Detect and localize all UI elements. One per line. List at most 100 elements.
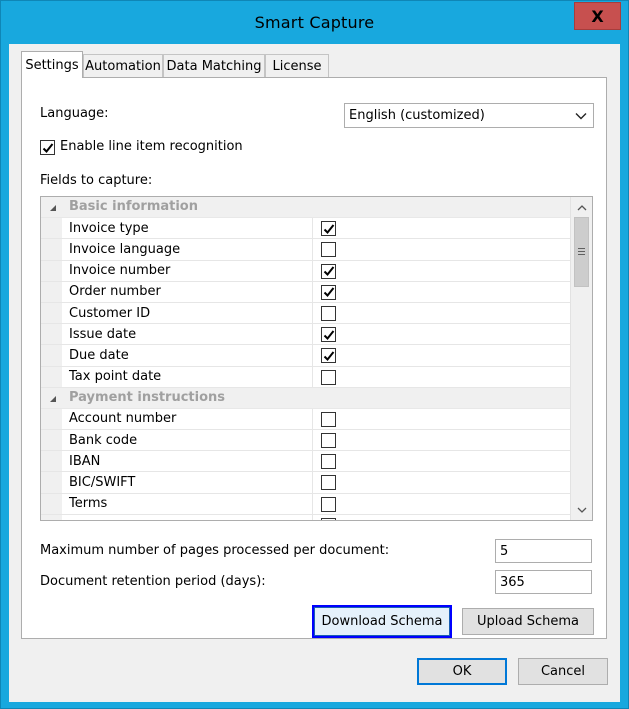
field-name-label: Terms	[69, 496, 108, 512]
field-value-cell[interactable]	[313, 281, 570, 302]
field-capture-checkbox[interactable]	[321, 305, 336, 321]
line-item-checkbox[interactable]	[40, 140, 55, 155]
checkmark-icon	[42, 142, 53, 153]
title-bar[interactable]: Smart Capture X	[1, 1, 628, 45]
field-capture-checkbox[interactable]	[321, 433, 336, 449]
grid-field-row[interactable]: Terms	[41, 493, 570, 515]
grid-field-row[interactable]: Due date	[41, 345, 570, 367]
max-pages-label: Maximum number of pages processed per do…	[40, 543, 390, 558]
retention-label: Document retention period (days):	[40, 574, 266, 589]
fields-grid-rows: Basic information Invoice type Invoice lan…	[41, 197, 570, 520]
field-capture-checkbox[interactable]	[321, 221, 336, 237]
field-value-cell[interactable]	[313, 324, 570, 345]
field-capture-checkbox[interactable]	[321, 517, 336, 520]
field-name-cell[interactable]: BIC/SWIFT	[62, 472, 313, 493]
field-value-cell[interactable]	[313, 366, 570, 387]
field-name-label: Account number	[69, 411, 177, 427]
grid-category-row[interactable]: Basic information	[41, 197, 570, 219]
language-select[interactable]: English (customized)	[344, 103, 594, 128]
grid-field-row[interactable]: Invoice language	[41, 239, 570, 261]
field-value-cell[interactable]	[313, 430, 570, 451]
field-name-cell[interactable]: Invoice number	[62, 260, 313, 281]
tab-automation[interactable]: Automation	[83, 54, 163, 77]
field-name-cell[interactable]: Account number	[62, 408, 313, 430]
grid-field-row[interactable]: Invoice number	[41, 260, 570, 282]
field-capture-checkbox[interactable]	[321, 348, 336, 364]
field-name-label: Issue date	[69, 326, 137, 342]
field-name-cell[interactable]: Bank code	[62, 430, 313, 451]
field-value-cell[interactable]	[313, 218, 570, 239]
ok-button[interactable]: OK	[417, 658, 507, 685]
line-item-label[interactable]: Enable line item recognition	[60, 139, 243, 154]
grid-vertical-scrollbar[interactable]	[570, 197, 592, 520]
field-value-cell[interactable]	[313, 345, 570, 366]
field-capture-checkbox[interactable]	[321, 496, 336, 512]
field-value-cell[interactable]	[313, 451, 570, 472]
fields-to-capture-label: Fields to capture:	[40, 173, 153, 188]
field-capture-checkbox[interactable]	[321, 369, 336, 385]
tab-data-matching[interactable]: Data Matching	[163, 54, 265, 77]
field-value-cell[interactable]	[313, 302, 570, 324]
cancel-button[interactable]: Cancel	[518, 658, 608, 685]
field-value-cell[interactable]	[313, 514, 570, 520]
field-capture-checkbox[interactable]	[321, 263, 336, 279]
field-capture-checkbox[interactable]	[321, 284, 336, 300]
field-value-cell[interactable]	[313, 493, 570, 514]
scroll-down-arrow-icon[interactable]	[573, 501, 590, 518]
grid-field-row[interactable]: Tax point date	[41, 366, 570, 388]
smart-capture-window: Smart Capture X Settings Automation Data…	[0, 0, 629, 709]
field-name-cell[interactable]: Terms	[62, 493, 313, 514]
grid-field-row[interactable]	[41, 514, 570, 520]
collapse-triangle-icon[interactable]	[49, 204, 57, 212]
field-name-cell[interactable]: Due date	[62, 345, 313, 366]
field-capture-checkbox[interactable]	[321, 242, 336, 258]
grid-category-label: Payment instructions	[69, 389, 226, 405]
field-name-cell[interactable]	[62, 514, 313, 520]
max-pages-input[interactable]: 5	[495, 539, 592, 563]
field-capture-checkbox[interactable]	[321, 454, 336, 470]
collapse-triangle-icon[interactable]	[49, 395, 57, 403]
grid-field-row[interactable]: Customer ID	[41, 302, 570, 325]
field-name-label: Bank code	[69, 432, 138, 448]
grid-field-row[interactable]: IBAN	[41, 451, 570, 473]
field-name-cell[interactable]: Invoice language	[62, 239, 313, 260]
field-value-cell[interactable]	[313, 239, 570, 260]
settings-panel: Language: English (customized) Enable li…	[21, 77, 607, 639]
field-value-cell[interactable]	[313, 260, 570, 281]
field-name-cell[interactable]: Order number	[62, 281, 313, 302]
grid-field-row[interactable]: Issue date	[41, 324, 570, 346]
chevron-down-icon	[575, 113, 587, 120]
field-capture-checkbox[interactable]	[321, 475, 336, 491]
checkmark-icon	[323, 287, 334, 298]
checkmark-icon	[323, 266, 334, 277]
field-name-cell[interactable]: Issue date	[62, 324, 313, 345]
fields-property-grid: Basic information Invoice type Invoice lan…	[40, 196, 593, 521]
grid-field-row[interactable]: Bank code	[41, 430, 570, 452]
close-button[interactable]: X	[574, 2, 621, 30]
field-value-cell[interactable]	[313, 408, 570, 430]
field-name-cell[interactable]: Invoice type	[62, 218, 313, 239]
grid-field-row[interactable]: Order number	[41, 281, 570, 303]
grid-category-label: Basic information	[69, 199, 198, 214]
upload-schema-button[interactable]: Upload Schema	[462, 608, 594, 635]
tab-settings[interactable]: Settings	[21, 51, 83, 78]
retention-input[interactable]: 365	[495, 570, 592, 594]
field-name-cell[interactable]: Customer ID	[62, 302, 313, 324]
grid-category-row[interactable]: Payment instructions	[41, 387, 570, 409]
grid-field-row[interactable]: Account number	[41, 408, 570, 431]
scrollbar-thumb[interactable]	[574, 217, 589, 287]
field-capture-checkbox[interactable]	[321, 327, 336, 343]
grid-field-row[interactable]: Invoice type	[41, 218, 570, 240]
field-name-label: Due date	[69, 347, 129, 363]
checkmark-icon	[323, 330, 334, 340]
download-schema-button[interactable]: Download Schema	[312, 605, 452, 638]
tab-license[interactable]: License	[265, 54, 329, 77]
field-value-cell[interactable]	[313, 472, 570, 493]
field-capture-checkbox[interactable]	[321, 411, 336, 427]
field-name-label: Invoice type	[69, 220, 149, 236]
field-name-cell[interactable]: IBAN	[62, 451, 313, 472]
scroll-up-arrow-icon[interactable]	[573, 199, 590, 216]
checkmark-icon	[323, 224, 334, 234]
grid-field-row[interactable]: BIC/SWIFT	[41, 472, 570, 494]
field-name-cell[interactable]: Tax point date	[62, 366, 313, 387]
